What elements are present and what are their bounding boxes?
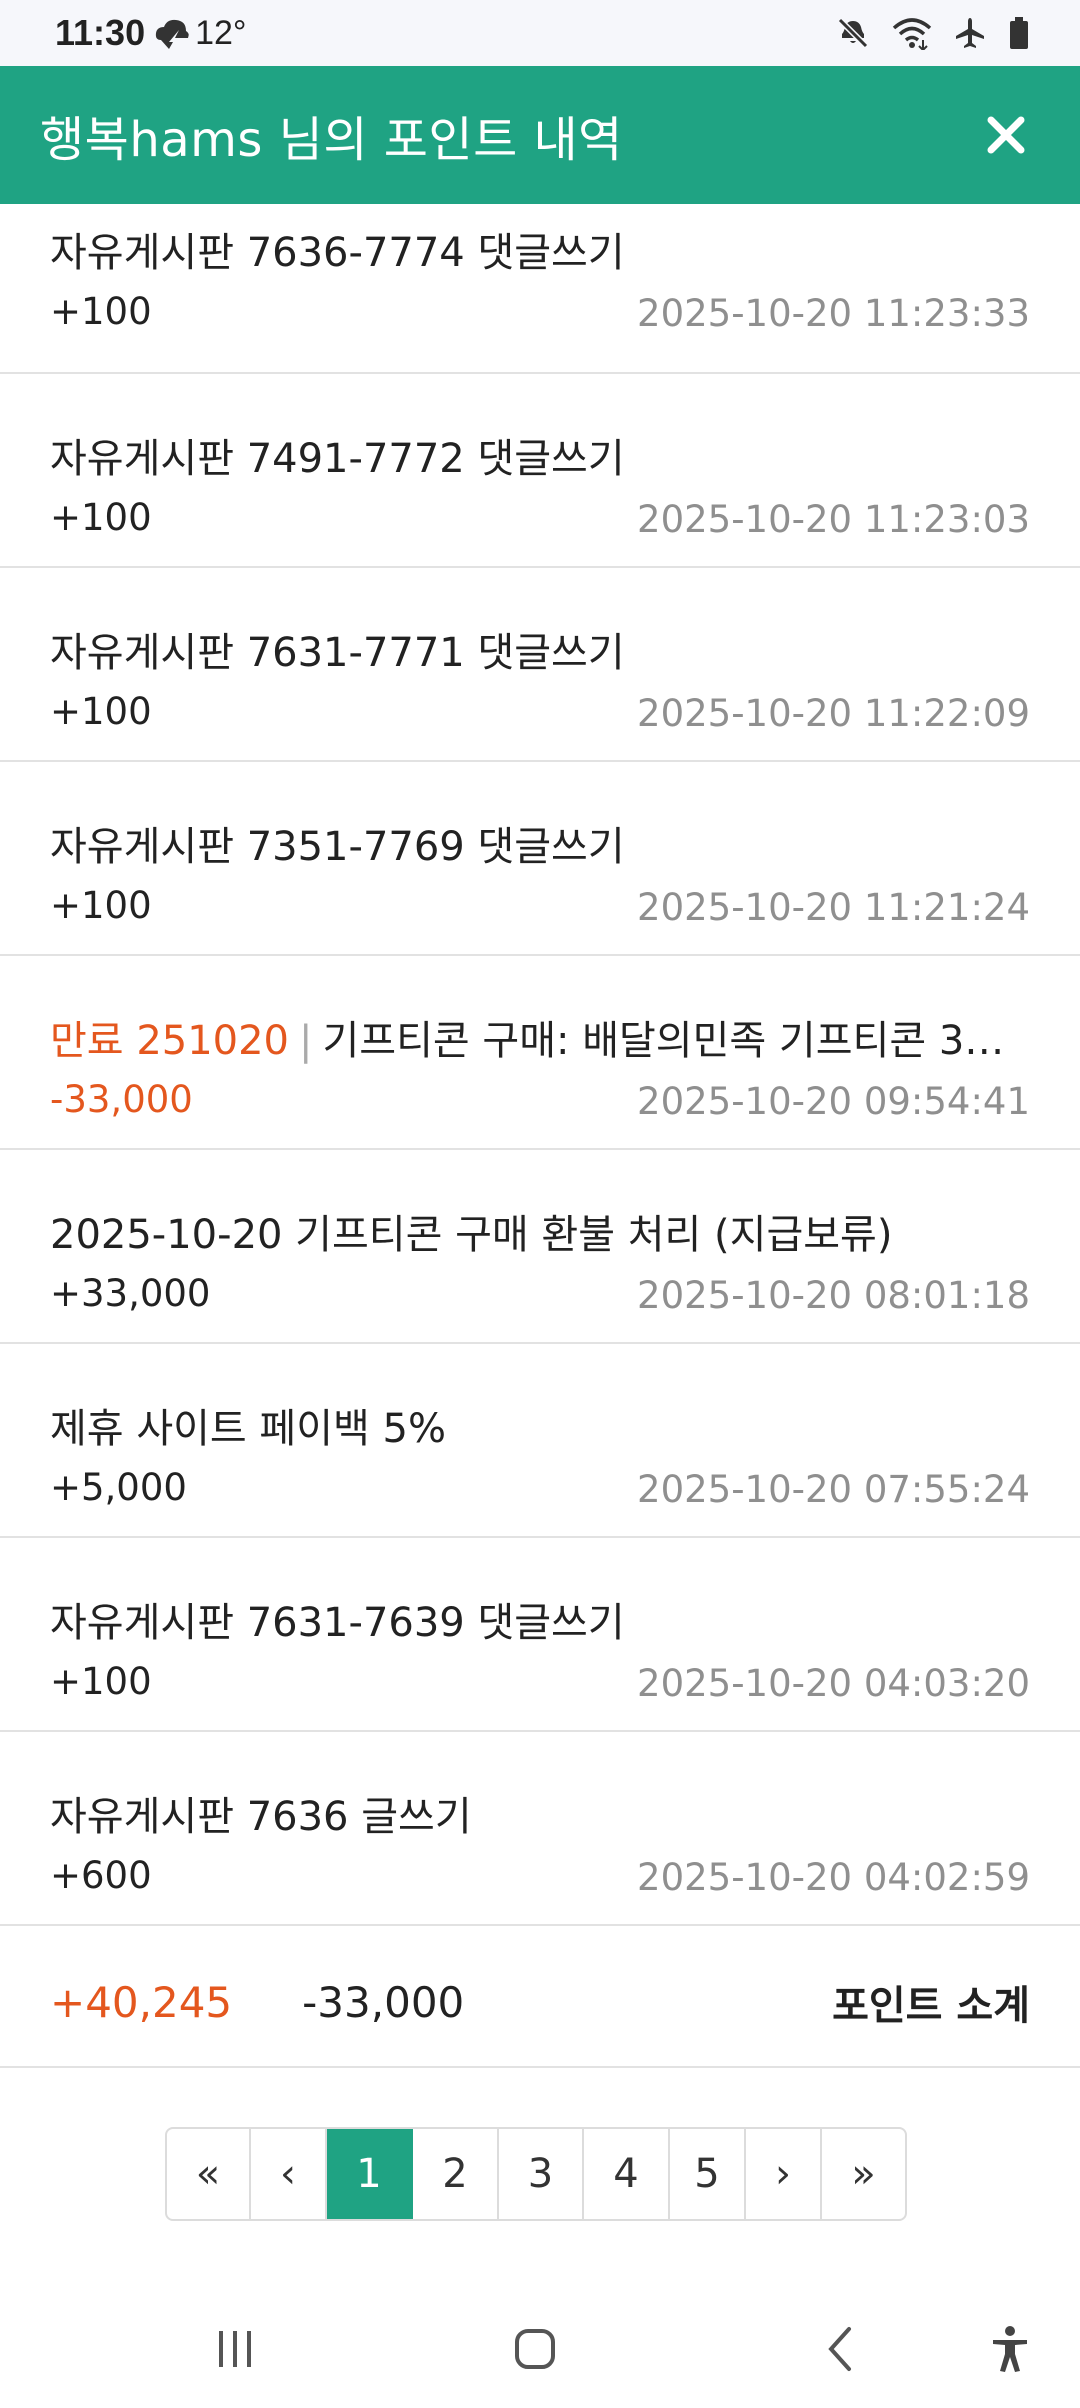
item-points: +100 (50, 290, 152, 333)
item-points: +600 (50, 1854, 152, 1897)
page-button-3[interactable]: 3 (499, 2129, 584, 2219)
pagination: « ‹ 1 2 3 4 5 › » (165, 2127, 907, 2221)
item-points: -33,000 (50, 1078, 193, 1121)
item-date: 2025-10-20 11:22:09 (637, 692, 1030, 735)
recent-apps-button[interactable] (195, 2290, 275, 2408)
status-left: 11:30 12° (55, 12, 247, 54)
point-history-list: 자유게시판 7636-7774 댓글쓰기 +100 2025-10-20 11:… (0, 204, 1080, 1926)
airplane-icon (956, 18, 984, 48)
mute-icon (837, 17, 869, 49)
item-date: 2025-10-20 08:01:18 (637, 1274, 1030, 1317)
accessibility-button[interactable] (970, 2290, 1050, 2408)
item-title: 2025-10-20 기프티콘 구매 환불 처리 (지급보류) (50, 1212, 893, 1258)
item-title: 제휴 사이트 페이백 5% (50, 1406, 447, 1452)
summary-minus: -33,000 (302, 1977, 465, 2027)
summary-plus: +40,245 (50, 1977, 233, 2027)
status-temperature: 12° (195, 13, 247, 52)
list-item: 자유게시판 7636 글쓰기 +600 2025-10-20 04:02:59 (0, 1732, 1080, 1926)
page-button-2[interactable]: 2 (413, 2129, 499, 2219)
list-item: 2025-10-20 기프티콘 구매 환불 처리 (지급보류) +33,000 … (0, 1150, 1080, 1344)
item-points: +100 (50, 884, 152, 927)
item-title: 기프티콘 구매: 배달의민족 기프티콘 3만원권 (322, 1018, 1031, 1064)
item-title: 자유게시판 7631-7639 댓글쓰기 (50, 1600, 625, 1646)
item-title: 자유게시판 7631-7771 댓글쓰기 (50, 630, 625, 676)
page-title: 행복hams 님의 포인트 내역 (40, 112, 623, 168)
item-points: +100 (50, 496, 152, 539)
back-button[interactable] (800, 2290, 880, 2408)
recent-apps-icon (219, 2331, 251, 2367)
close-button[interactable] (978, 107, 1034, 163)
item-date: 2025-10-20 09:54:41 (637, 1080, 1030, 1123)
battery-icon (1010, 17, 1028, 49)
first-page-button[interactable]: « (167, 2129, 251, 2219)
item-title: 자유게시판 7636-7774 댓글쓰기 (50, 230, 625, 276)
weather-group: 12° (153, 13, 247, 53)
item-points: +33,000 (50, 1272, 211, 1315)
list-item: 자유게시판 7351-7769 댓글쓰기 +100 2025-10-20 11:… (0, 762, 1080, 956)
list-item: 자유게시판 7631-7639 댓글쓰기 +100 2025-10-20 04:… (0, 1538, 1080, 1732)
item-date: 2025-10-20 11:21:24 (637, 886, 1030, 929)
list-item: 자유게시판 7636-7774 댓글쓰기 +100 2025-10-20 11:… (0, 204, 1080, 374)
accessibility-icon (993, 2326, 1027, 2372)
status-right (836, 16, 1030, 50)
item-title: 자유게시판 7491-7772 댓글쓰기 (50, 436, 625, 482)
title-separator: | (299, 1018, 313, 1064)
item-date: 2025-10-20 11:23:33 (637, 292, 1030, 335)
page-header: 행복hams 님의 포인트 내역 (0, 66, 1080, 204)
list-item: 만료 251020 | 기프티콘 구매: 배달의민족 기프티콘 3만원권 -33,0… (0, 956, 1080, 1150)
back-icon (828, 2327, 851, 2371)
page-button-4[interactable]: 4 (584, 2129, 670, 2219)
item-points: +100 (50, 1660, 152, 1703)
home-icon (515, 2329, 555, 2369)
next-page-button[interactable]: › (746, 2129, 822, 2219)
item-date: 2025-10-20 11:23:03 (637, 498, 1030, 541)
status-bar: 11:30 12° (0, 0, 1080, 66)
item-points: +100 (50, 690, 152, 733)
list-item: 제휴 사이트 페이백 5% +5,000 2025-10-20 07:55:24 (0, 1344, 1080, 1538)
list-item: 자유게시판 7631-7771 댓글쓰기 +100 2025-10-20 11:… (0, 568, 1080, 762)
status-time: 11:30 (55, 12, 146, 53)
item-title: 자유게시판 7351-7769 댓글쓰기 (50, 824, 625, 870)
last-page-button[interactable]: » (822, 2129, 905, 2219)
close-icon (987, 116, 1025, 154)
wifi-icon (892, 18, 932, 50)
page-button-1[interactable]: 1 (327, 2129, 413, 2219)
expire-label: 만료 251020 (50, 1018, 290, 1064)
summary-label: 포인트 소계 (832, 1983, 1030, 2029)
weather-icon (155, 19, 189, 49)
item-title-group: 만료 251020 | 기프티콘 구매: 배달의민족 기프티콘 3만원권 (50, 1008, 1030, 1066)
prev-page-button[interactable]: ‹ (251, 2129, 327, 2219)
system-nav-bar (0, 2290, 1080, 2408)
list-item: 자유게시판 7491-7772 댓글쓰기 +100 2025-10-20 11:… (0, 374, 1080, 568)
item-title: 자유게시판 7636 글쓰기 (50, 1794, 472, 1840)
points-summary: +40,245 -33,000 포인트 소계 (0, 1938, 1080, 2068)
item-date: 2025-10-20 07:55:24 (637, 1468, 1030, 1511)
page-button-5[interactable]: 5 (670, 2129, 746, 2219)
item-date: 2025-10-20 04:02:59 (637, 1856, 1030, 1899)
home-button[interactable] (495, 2290, 575, 2408)
item-points: +5,000 (50, 1466, 187, 1509)
item-date: 2025-10-20 04:03:20 (637, 1662, 1030, 1705)
